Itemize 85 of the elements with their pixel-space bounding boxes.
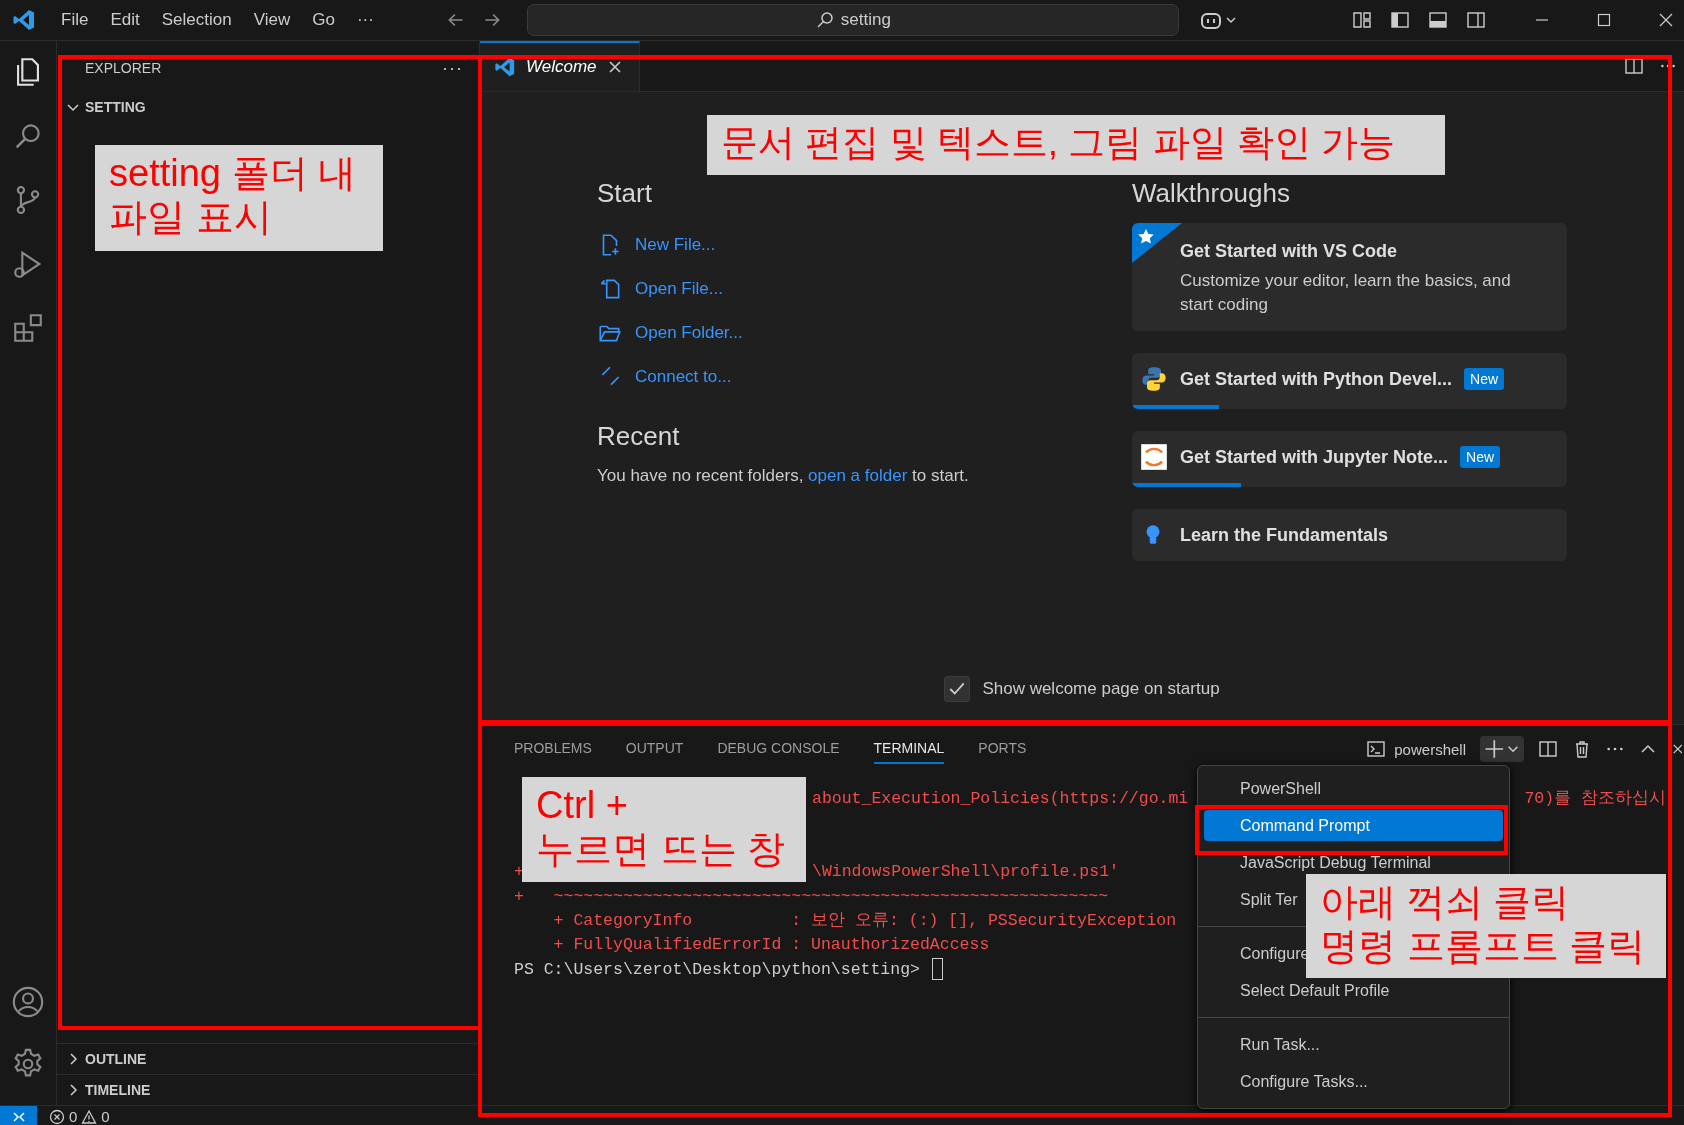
terminal-line: about_Execution_Policies(https://go.mi: [812, 788, 1189, 810]
annotation-tooltip: 문서 편집 및 텍스트, 그림 파일 확인 가능: [707, 115, 1445, 175]
card-title: Get Started with Python Devel...: [1180, 368, 1453, 390]
menu-item[interactable]: File: [50, 10, 100, 30]
error-count[interactable]: 0: [69, 1108, 78, 1125]
terminal-line: +: [514, 861, 524, 884]
sidebar-title: EXPLORER: [85, 60, 162, 76]
start-link[interactable]: Open Folder...: [597, 311, 743, 355]
menu-item[interactable]: Select Default Profile: [1204, 981, 1390, 1000]
menu-item[interactable]: PowerShell: [1204, 779, 1321, 798]
terminal-line: + FullyQualifiedErrorId : UnauthorizedAccess: [552, 934, 990, 957]
split-terminal-icon[interactable]: [1538, 739, 1558, 759]
menu-item[interactable]: Command Prompt: [1204, 810, 1503, 841]
menu-item[interactable]: Selection: [150, 10, 243, 30]
layout-icon[interactable]: [1352, 10, 1372, 30]
new-terminal-button[interactable]: [1480, 736, 1524, 762]
star-icon: [1132, 223, 1182, 263]
open-folder-link[interactable]: open a folder: [808, 466, 908, 485]
start-link[interactable]: Connect to...: [597, 355, 732, 399]
card-title: Learn the Fundamentals: [1180, 524, 1389, 546]
panel-tab[interactable]: TERMINAL: [873, 734, 945, 764]
warning-count[interactable]: 0: [101, 1108, 110, 1125]
maximize-icon[interactable]: [1596, 12, 1612, 28]
new-badge: New: [1464, 368, 1505, 390]
secondary-sidebar-icon[interactable]: [1466, 10, 1486, 30]
warning-icon[interactable]: [81, 1108, 98, 1125]
new-badge: New: [1460, 446, 1501, 468]
menu-item[interactable]: Go: [301, 10, 346, 30]
card-title: Get Started with Jupyter Note...: [1180, 446, 1449, 468]
editor-tab[interactable]: Welcome: [480, 41, 640, 91]
remote-button[interactable]: [0, 1106, 37, 1125]
error-icon[interactable]: [49, 1108, 65, 1125]
annotation-tooltip: 아래 꺽쇠 클릭 명령 프롬프트 클릭: [1306, 874, 1666, 978]
folder-header[interactable]: SETTING: [57, 95, 479, 119]
app-logo-icon[interactable]: [12, 8, 36, 32]
walkthrough-card[interactable]: Get Started with VS Code Customize your editor, learn the basics, and start coding: [1132, 223, 1567, 331]
caret-icon[interactable]: [1224, 14, 1237, 26]
panel-tab[interactable]: DEBUG CONSOLE: [717, 734, 840, 764]
close-icon[interactable]: [1658, 12, 1674, 28]
extensions-icon[interactable]: [11, 311, 45, 345]
section-heading: Start: [597, 178, 653, 209]
more-actions[interactable]: ···: [442, 57, 463, 79]
menu-item[interactable]: JavaScript Debug Terminal: [1204, 853, 1431, 872]
app-logo-icon: [494, 56, 516, 78]
notebook-logo-icon: [1140, 443, 1168, 471]
card-description: Customize your editor, learn the basics, and start coding: [1179, 270, 1512, 316]
terminal-line: + ~~~~~~~~~~~~~~~~~~~~~~~~~~~~~~~~~~~~~~~~~~~~~~~~~~~~~~~~: [514, 885, 1109, 908]
search-field[interactable]: setting: [526, 4, 1179, 36]
annotation-tooltip: Ctrl + 누르면 뜨는 창: [522, 777, 806, 882]
checkbox[interactable]: [944, 676, 971, 702]
menu-item[interactable]: Configure Tasks...: [1204, 1072, 1368, 1091]
start-link[interactable]: Open File...: [597, 267, 723, 311]
menu-item[interactable]: Run Task...: [1204, 1035, 1320, 1054]
terminal-line: \WindowsPowerShell\profile.ps1': [812, 861, 1119, 884]
walkthrough-card[interactable]: Learn the Fundamentals: [1132, 509, 1567, 561]
snake-logo-icon: [1140, 365, 1168, 393]
terminal-selector[interactable]: powershell: [1366, 739, 1466, 759]
panel-tab[interactable]: PROBLEMS: [514, 734, 592, 764]
card-title: Get Started with VS Code: [1180, 240, 1398, 262]
menu-item[interactable]: Split Ter: [1204, 890, 1298, 909]
sidebar-toggle-icon[interactable]: [1390, 10, 1410, 30]
terminal-icon: [1366, 739, 1387, 759]
panel-toggle-icon[interactable]: [1428, 10, 1448, 30]
annotation-tooltip: setting 폴더 내 파일 표시: [95, 145, 383, 251]
account-icon[interactable]: [11, 985, 45, 1019]
menu-item[interactable]: ···: [345, 10, 385, 30]
terminal-line: + CategoryInfo : 보안 오류: (:) [], PSSecurityException: [552, 909, 1177, 932]
panel-tab[interactable]: PORTS: [978, 734, 1027, 764]
checkmark-icon: [948, 680, 967, 698]
walkthrough-card[interactable]: Get Started with Python Devel... New: [1132, 353, 1567, 409]
menu-item[interactable]: Edit: [99, 10, 151, 30]
checkbox-label: Show welcome page on startup: [982, 679, 1220, 699]
section-header[interactable]: OUTLINE: [57, 1043, 479, 1074]
walkthrough-card[interactable]: Get Started with Jupyter Note... New: [1132, 431, 1567, 487]
recent-message: You have no recent folders, open a folder to start.: [597, 466, 970, 486]
close-icon[interactable]: [606, 59, 623, 75]
menu-item[interactable]: View: [242, 10, 302, 30]
terminal-line: 70)를 참조하십시: [1524, 788, 1666, 810]
section-heading: Walkthroughs: [1132, 178, 1291, 209]
start-link[interactable]: New File...: [597, 223, 716, 267]
terminal-line: PS C:\Users\zerot\Desktop\python\setting>: [514, 958, 921, 981]
split-editor-icon[interactable]: [1624, 56, 1644, 76]
panel-tab[interactable]: OUTPUT: [625, 734, 684, 764]
section-heading: Recent: [597, 421, 681, 452]
text-cursor: [931, 957, 943, 980]
